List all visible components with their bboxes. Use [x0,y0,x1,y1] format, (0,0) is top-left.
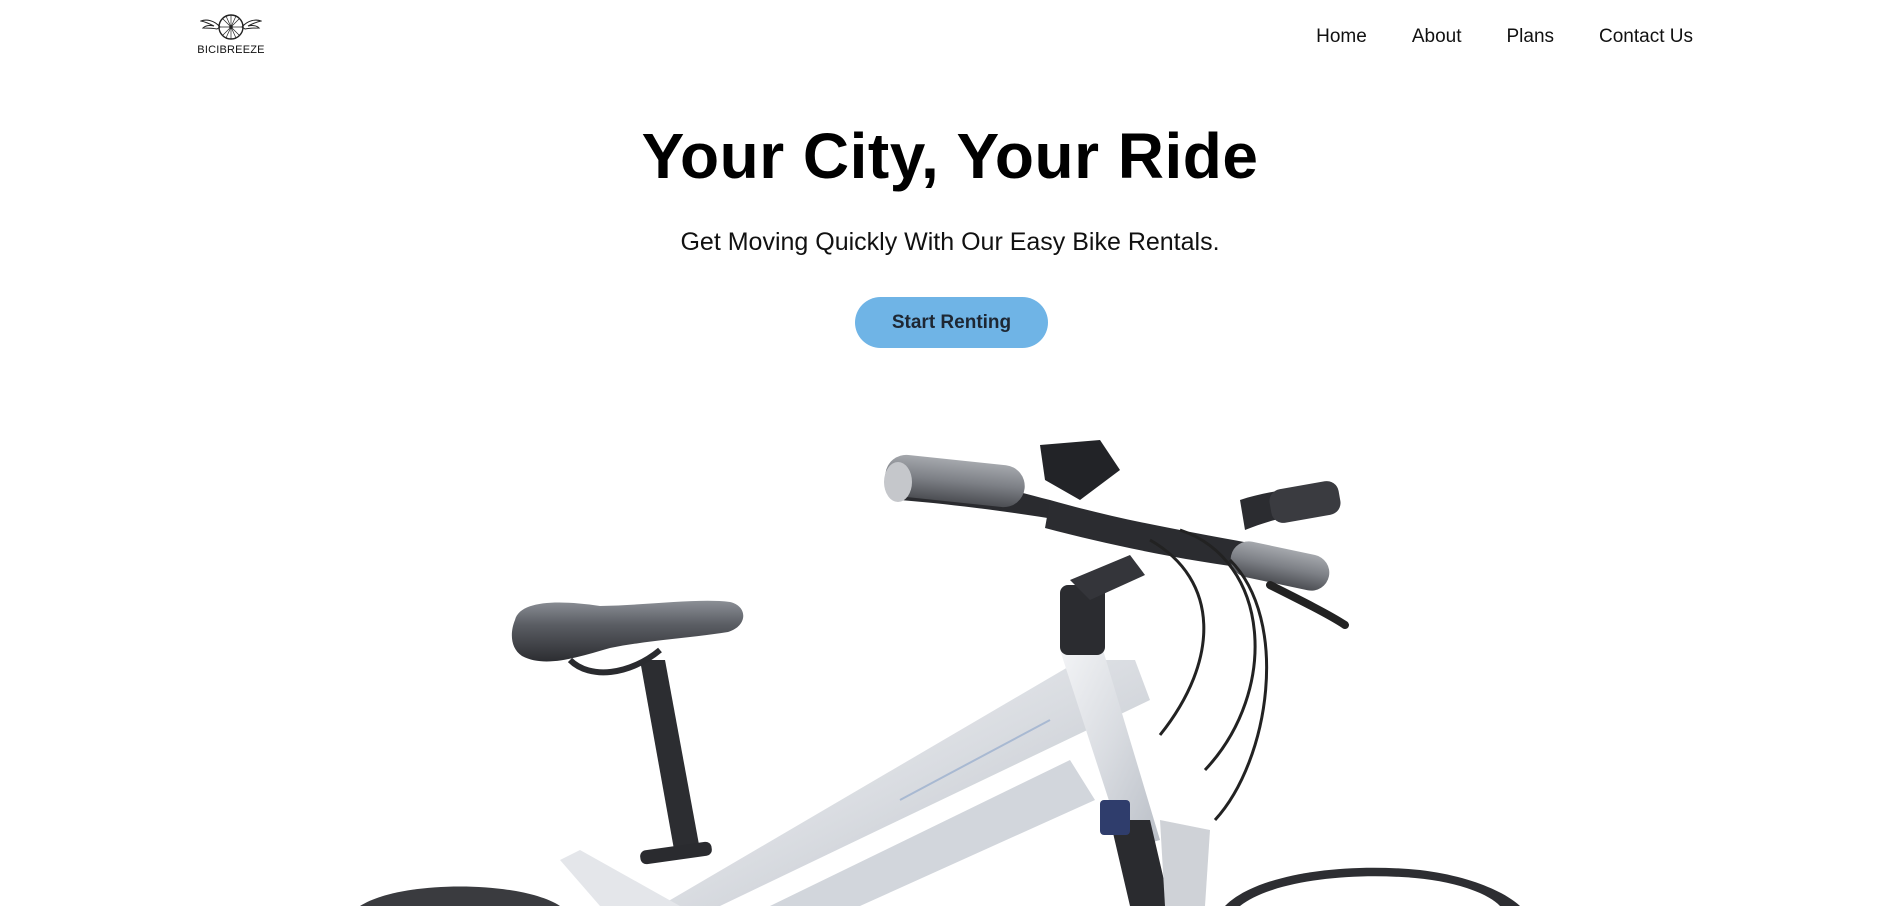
start-renting-button[interactable]: Start Renting [855,297,1048,348]
nav-plans-link[interactable]: Plans [1506,23,1554,51]
hero-bike-image [0,420,1900,906]
nav-about-link[interactable]: About [1412,23,1462,51]
main-nav: Home About Plans Contact Us [1271,23,1693,51]
hero-title: Your City, Your Ride [641,120,1259,192]
brand-logo[interactable]: BICIBREEZE [197,12,265,60]
hero-subtitle: Get Moving Quickly With Our Easy Bike Re… [680,228,1220,256]
nav-home-link[interactable]: Home [1316,23,1367,51]
bicycle-illustration [360,440,1520,906]
nav-contact-link[interactable]: Contact Us [1599,23,1693,51]
brand-name: BICIBREEZE [197,44,265,56]
winged-wheel-icon [200,14,262,40]
site-header: BICIBREEZE Home About Plans Contact Us [0,0,1900,74]
